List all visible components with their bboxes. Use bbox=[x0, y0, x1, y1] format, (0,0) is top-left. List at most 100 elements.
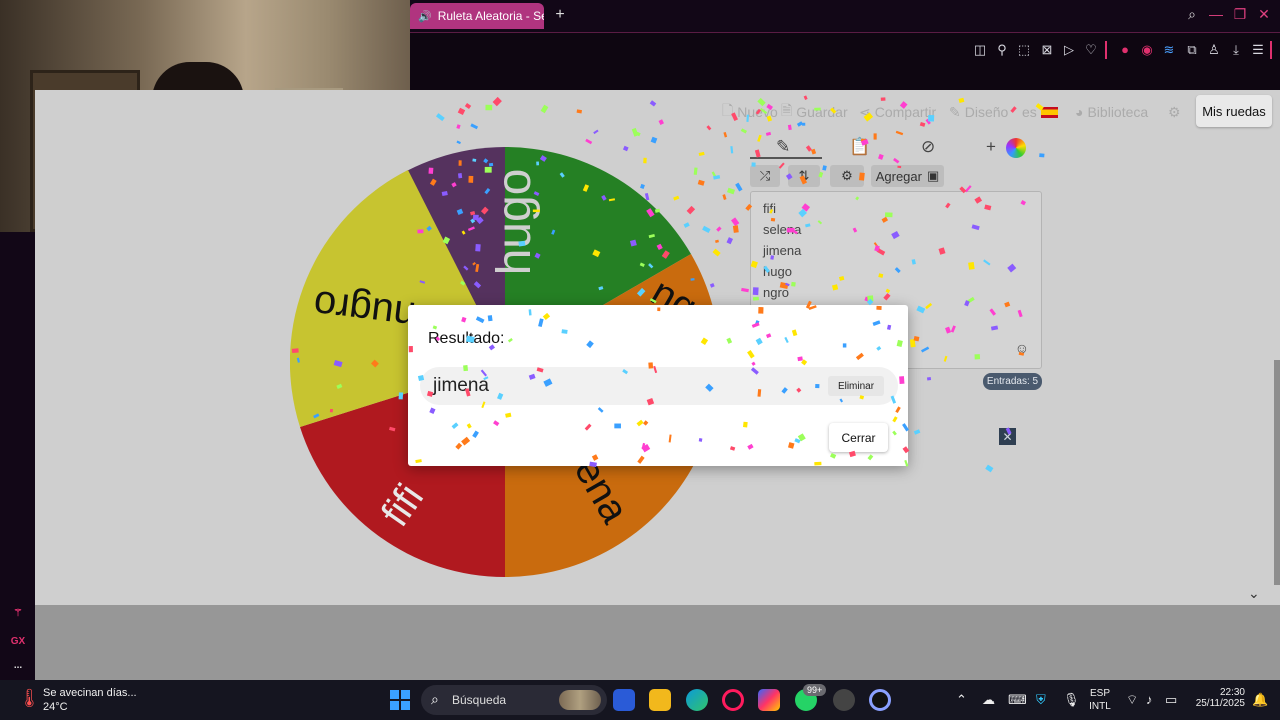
menu-icon[interactable]: ☰ bbox=[1250, 43, 1266, 57]
steam-icon[interactable] bbox=[833, 689, 855, 711]
color-wheel-icon[interactable] bbox=[1006, 138, 1026, 158]
split-view-icon[interactable]: ◫ bbox=[972, 43, 988, 57]
store-icon[interactable] bbox=[613, 689, 635, 711]
edge-icon[interactable] bbox=[686, 689, 708, 711]
taskbar-search[interactable]: ⌕ Búsqueda bbox=[421, 685, 607, 715]
menu-guardar-label: Guardar bbox=[796, 104, 848, 120]
thermometer-icon[interactable]: 🌡 bbox=[18, 688, 41, 712]
result-value: jimena bbox=[433, 375, 489, 396]
opera-icon[interactable]: ◉ bbox=[1139, 43, 1155, 57]
snapshot-icon[interactable]: ⬚ bbox=[1016, 43, 1032, 57]
volume-icon[interactable]: ♪ bbox=[1146, 692, 1153, 707]
menu-guardar[interactable]: 🗎 Guardar bbox=[781, 102, 848, 121]
microphone-icon[interactable]: 🎙 bbox=[1063, 692, 1080, 708]
notifications-icon[interactable]: 🔔 bbox=[1252, 692, 1268, 708]
menu-biblioteca[interactable]: ◕ Biblioteca bbox=[1075, 103, 1148, 121]
tab-hide-icon[interactable]: ⊘ bbox=[921, 137, 935, 157]
result-dialog: Resultado: jimena Eliminar Cerrar bbox=[408, 305, 908, 466]
weather-text[interactable]: Se avecinan días... bbox=[43, 687, 137, 699]
cerrar-button[interactable]: Cerrar bbox=[829, 423, 888, 452]
toolbar-separator bbox=[1105, 41, 1107, 59]
battery-icon[interactable]: ▭ bbox=[1165, 692, 1177, 708]
chevron-up-icon[interactable]: ⌃ bbox=[956, 692, 967, 708]
gear-icon: ⚙ bbox=[841, 168, 853, 183]
gx-label[interactable]: GX bbox=[8, 636, 28, 647]
entries-count-badge: Entradas: 5 bbox=[983, 373, 1042, 390]
active-tab[interactable]: 🔊 Ruleta Aleatoria - Sele bbox=[410, 3, 544, 29]
image-icon: ▣ bbox=[926, 168, 940, 183]
search-highlight-image bbox=[559, 690, 601, 710]
heart-icon[interactable]: ♡ bbox=[1083, 43, 1099, 57]
restore-icon[interactable]: ❐ bbox=[1230, 6, 1250, 23]
copilot-icon[interactable] bbox=[758, 689, 780, 711]
file-icon: 🗋 bbox=[722, 102, 734, 118]
menu-nuevo[interactable]: 🗋 Nuevo bbox=[722, 102, 778, 121]
dialog-title: Resultado: bbox=[428, 330, 505, 347]
tab-results-icon[interactable]: 📋 bbox=[849, 137, 870, 157]
toolbar-separator-right bbox=[1270, 41, 1272, 59]
assistant-icon[interactable] bbox=[869, 689, 891, 711]
cloud-icon[interactable]: ☁ bbox=[982, 692, 995, 708]
menu-compartir-label: Compartir bbox=[874, 104, 937, 120]
menu-biblioteca-label: Biblioteca bbox=[1087, 104, 1149, 120]
download-icon[interactable]: ⤓ bbox=[1228, 43, 1244, 57]
active-tab-underline bbox=[750, 157, 822, 159]
wifi-extension-icon[interactable]: ≋ bbox=[1161, 43, 1177, 57]
settings-icon[interactable]: ⚙ bbox=[1168, 103, 1181, 121]
sort-button[interactable]: ⇅ bbox=[788, 165, 820, 187]
menu-diseno-label: Diseño bbox=[964, 104, 1009, 120]
minimize-icon[interactable]: — bbox=[1206, 6, 1226, 22]
add-wheel-icon[interactable]: + bbox=[986, 137, 996, 157]
language-layout[interactable]: INTL bbox=[1088, 701, 1112, 712]
close-window-icon[interactable]: ✕ bbox=[1254, 6, 1274, 23]
menu-compartir[interactable]: ⋖ Compartir bbox=[859, 103, 936, 121]
windows-start-icon[interactable] bbox=[390, 690, 410, 710]
language-code[interactable]: ESP bbox=[1088, 688, 1112, 699]
save-icon: 🗎 bbox=[781, 102, 793, 118]
extension-icon[interactable]: ● bbox=[1117, 43, 1133, 57]
block-icon[interactable]: ⊠ bbox=[1039, 43, 1055, 57]
profile-icon[interactable]: ♙ bbox=[1206, 43, 1222, 57]
entry-line: fifi bbox=[763, 201, 776, 216]
page-bottom-area bbox=[35, 605, 1280, 680]
wheel-label-hugo: hugo bbox=[488, 169, 541, 276]
entry-line: ngro bbox=[763, 285, 790, 300]
menu-language[interactable]: es bbox=[1022, 103, 1058, 121]
opera-gx-icon[interactable] bbox=[722, 689, 744, 711]
tab-title: Ruleta Aleatoria - Sele bbox=[437, 9, 544, 23]
browser-titlebar: 🔊 Ruleta Aleatoria - Sele + ⌕ — ❐ ✕ bbox=[410, 0, 1280, 32]
input-icon[interactable]: ⌨ bbox=[1008, 692, 1027, 708]
spain-flag-icon bbox=[1040, 106, 1058, 118]
wifi-icon[interactable]: ⌔ bbox=[1126, 692, 1138, 708]
emoji-icon[interactable]: ☺ bbox=[1015, 340, 1029, 356]
menu-nuevo-label: Nuevo bbox=[737, 104, 778, 120]
pin-icon[interactable]: ⚲ bbox=[994, 43, 1010, 57]
search-tabs-icon[interactable]: ⌕ bbox=[1182, 6, 1202, 23]
sort-icon: ⇅ bbox=[798, 168, 810, 183]
notification-badge: 99+ bbox=[803, 684, 827, 696]
more-icon[interactable]: ... bbox=[8, 660, 28, 671]
page-scrollbar[interactable] bbox=[1274, 360, 1280, 585]
menu-diseno[interactable]: ✎ Diseño bbox=[949, 103, 1008, 121]
speaker-icon[interactable]: 🔊 bbox=[418, 10, 432, 23]
agregar-label: Agregar bbox=[875, 168, 922, 184]
share-icon[interactable]: ⚚ bbox=[8, 608, 28, 619]
close-icon[interactable]: ✕ bbox=[999, 428, 1016, 445]
new-tab-button[interactable]: + bbox=[550, 6, 570, 24]
search-icon: ⌕ bbox=[431, 691, 439, 707]
play-icon[interactable]: ▷ bbox=[1061, 43, 1077, 57]
chevron-down-icon[interactable]: ⌄ bbox=[1248, 585, 1260, 602]
search-label: Búsqueda bbox=[452, 693, 507, 707]
security-icon[interactable]: ⛨ bbox=[1036, 692, 1046, 708]
file-explorer-icon[interactable] bbox=[649, 689, 671, 711]
puzzle-icon[interactable]: ⧉ bbox=[1184, 43, 1200, 57]
weather-temperature[interactable]: 24°C bbox=[43, 701, 68, 713]
agregar-image-button[interactable]: Agregar ▣ bbox=[871, 165, 944, 187]
shuffle-button[interactable]: ⤮ bbox=[750, 165, 780, 187]
tab-edit-icon[interactable]: ✎ bbox=[776, 137, 790, 157]
gear-button[interactable]: ⚙ bbox=[830, 165, 864, 187]
clock[interactable]: 22:30 25/11/2025 bbox=[1193, 687, 1245, 709]
gx-sidebar: ⚚ GX ... bbox=[0, 232, 35, 680]
eliminar-button[interactable]: Eliminar bbox=[828, 376, 884, 396]
mis-ruedas-button[interactable]: Mis ruedas bbox=[1196, 95, 1272, 127]
